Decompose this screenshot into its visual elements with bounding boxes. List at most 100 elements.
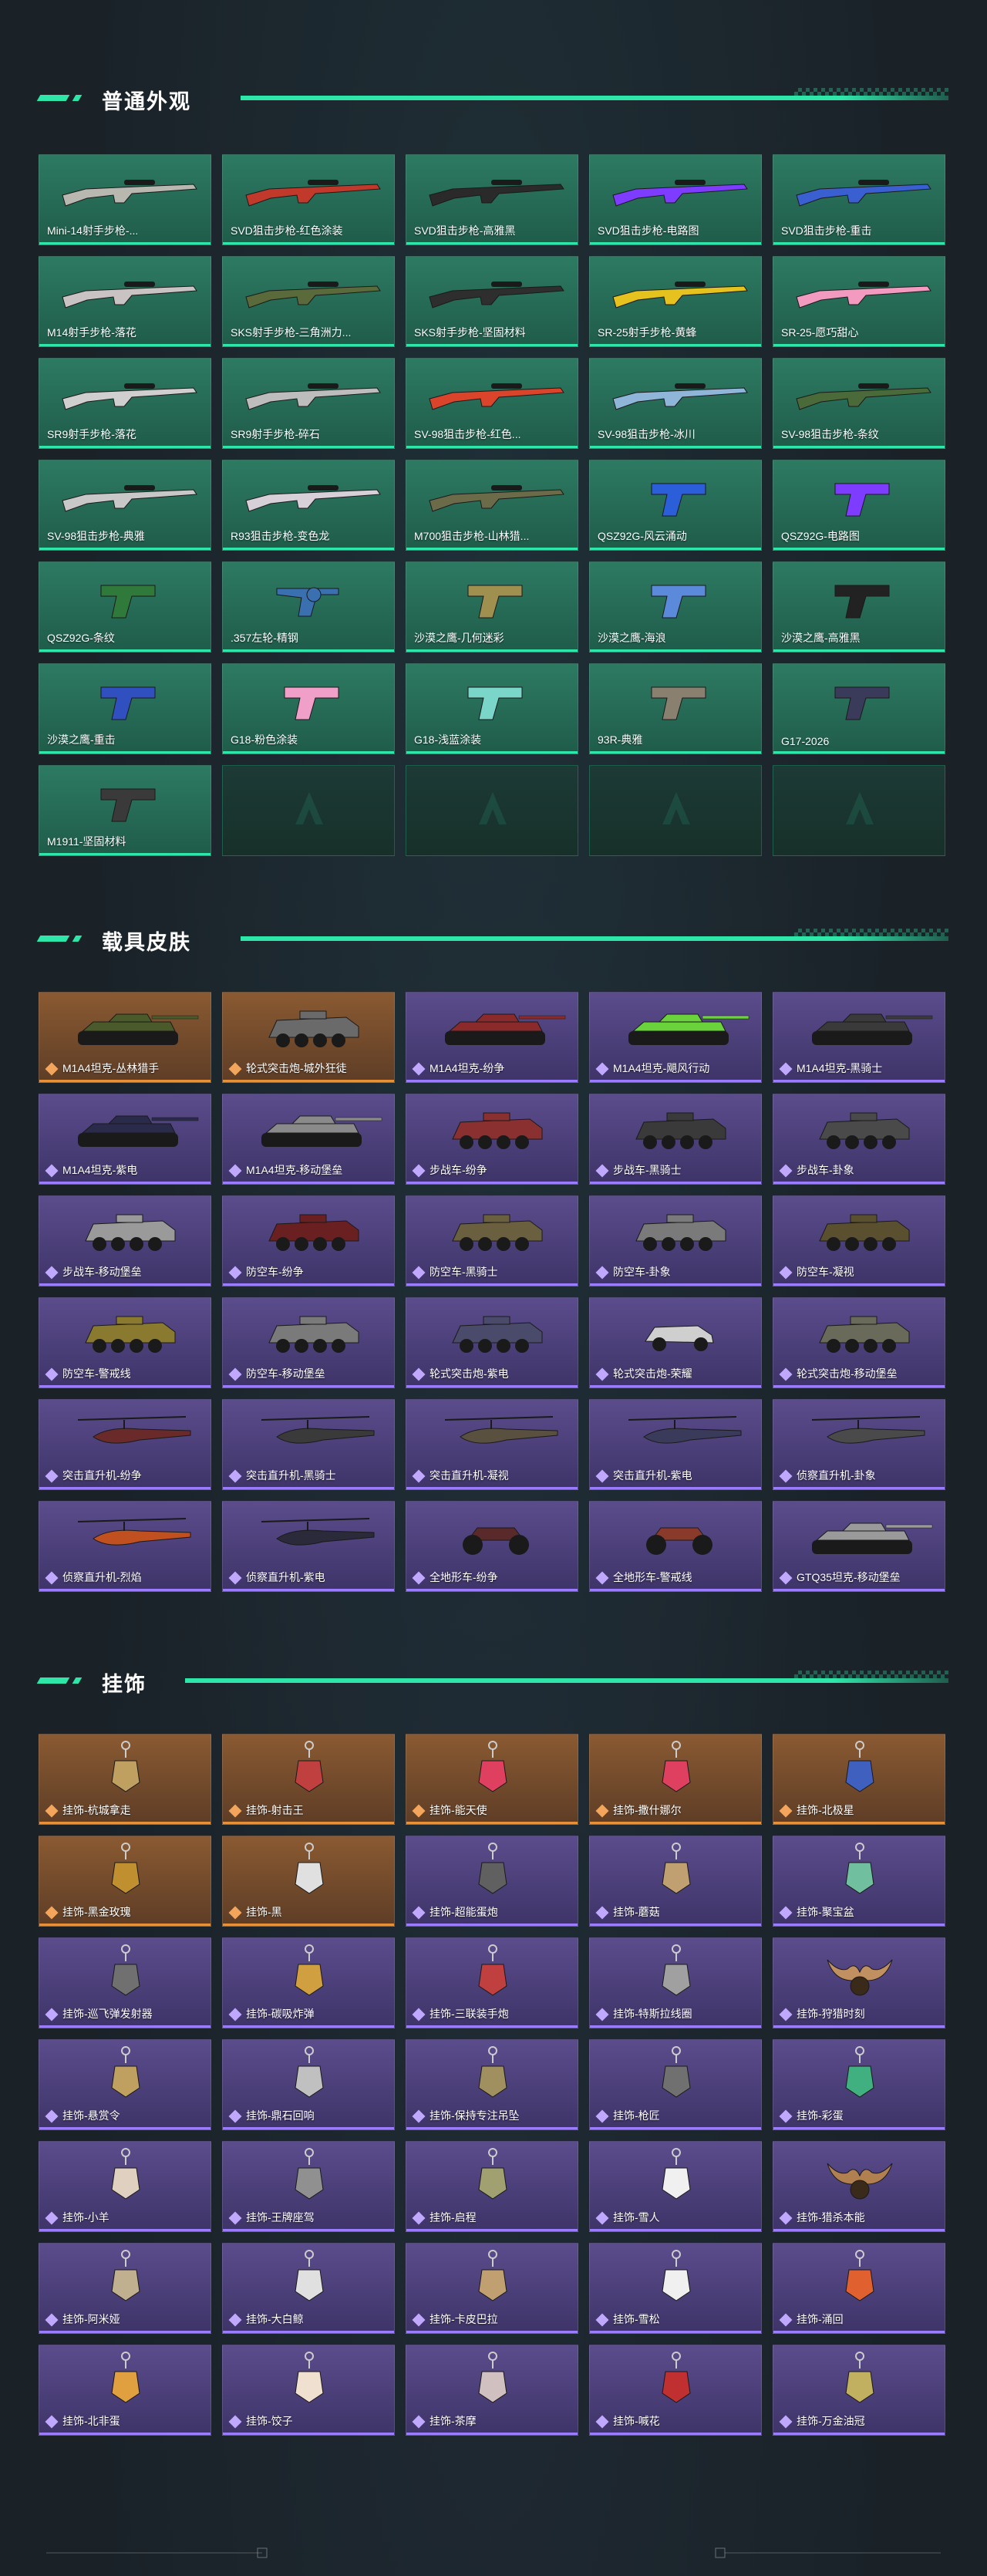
item-card[interactable]: 步战车-卦象	[773, 1094, 945, 1185]
item-card[interactable]: 侦察直升机-紫电	[222, 1501, 395, 1592]
item-card[interactable]: 挂饰-悬赏令	[39, 2039, 211, 2130]
item-card[interactable]: 挂饰-蘑菇	[589, 1836, 762, 1927]
item-card[interactable]: 挂饰-特斯拉线圈	[589, 1937, 762, 2028]
item-card[interactable]: SVD狙击步枪-红色涂装	[222, 154, 395, 245]
item-card[interactable]: 挂饰-射击王	[222, 1734, 395, 1825]
item-card[interactable]: 防空车-卦象	[589, 1195, 762, 1286]
item-card[interactable]: M14射手步枪-落花	[39, 256, 211, 347]
item-card[interactable]: 挂饰-大白鲸	[222, 2243, 395, 2334]
item-card[interactable]: SV-98狙击步枪-冰川	[589, 358, 762, 449]
item-card[interactable]: 挂饰-雪松	[589, 2243, 762, 2334]
item-card[interactable]: M1A4坦克-黑骑士	[773, 992, 945, 1083]
item-card[interactable]: SV-98狙击步枪-红色...	[406, 358, 578, 449]
item-card[interactable]: Mini-14射手步枪-...	[39, 154, 211, 245]
item-card[interactable]: 挂饰-超能蛋炮	[406, 1836, 578, 1927]
item-card[interactable]: 突击直升机-紫电	[589, 1399, 762, 1490]
item-card[interactable]: SV-98狙击步枪-典雅	[39, 460, 211, 551]
item-card[interactable]: 挂饰-杭城拿走	[39, 1734, 211, 1825]
item-card[interactable]: 挂饰-猎杀本能	[773, 2141, 945, 2232]
item-card[interactable]: G18-浅蓝涂装	[406, 663, 578, 754]
item-card[interactable]: 侦察直升机-烈焰	[39, 1501, 211, 1592]
item-card[interactable]: 挂饰-喊花	[589, 2345, 762, 2436]
item-card[interactable]: SVD狙击步枪-电路图	[589, 154, 762, 245]
item-card[interactable]: SKS射手步枪-三角洲力...	[222, 256, 395, 347]
item-card[interactable]: 挂饰-黑	[222, 1836, 395, 1927]
item-card[interactable]: 沙漠之鹰-重击	[39, 663, 211, 754]
item-card[interactable]: 挂饰-撒什娜尔	[589, 1734, 762, 1825]
item-card[interactable]: G17-2026	[773, 663, 945, 754]
item-card[interactable]: M1A4坦克-纷争	[406, 992, 578, 1083]
item-card[interactable]: QSZ92G-电路图	[773, 460, 945, 551]
item-card[interactable]: 挂饰-三联装手炮	[406, 1937, 578, 2028]
item-card[interactable]: 挂饰-枪匠	[589, 2039, 762, 2130]
item-card[interactable]: GTQ35坦克-移动堡垒	[773, 1501, 945, 1592]
item-card[interactable]: 防空车-警戒线	[39, 1297, 211, 1388]
rarity-diamond-icon	[779, 1062, 793, 1076]
item-card[interactable]: M700狙击步枪-山林猎...	[406, 460, 578, 551]
item-card[interactable]: 挂饰-黑金玫瑰	[39, 1836, 211, 1927]
item-card[interactable]: G18-粉色涂装	[222, 663, 395, 754]
item-card[interactable]: SR9射手步枪-落花	[39, 358, 211, 449]
item-card[interactable]: 挂饰-启程	[406, 2141, 578, 2232]
item-card[interactable]: 步战车-纷争	[406, 1094, 578, 1185]
item-card[interactable]: 挂饰-能天使	[406, 1734, 578, 1825]
item-card[interactable]: 防空车-凝视	[773, 1195, 945, 1286]
item-card[interactable]: 步战车-黑骑士	[589, 1094, 762, 1185]
item-card[interactable]: 挂饰-聚宝盆	[773, 1836, 945, 1927]
item-card[interactable]: SKS射手步枪-坚固材料	[406, 256, 578, 347]
item-card[interactable]: SV-98狙击步枪-条纹	[773, 358, 945, 449]
item-card[interactable]: 挂饰-北极星	[773, 1734, 945, 1825]
item-card[interactable]: 挂饰-保持专注吊坠	[406, 2039, 578, 2130]
item-card[interactable]: 沙漠之鹰-几何迷彩	[406, 561, 578, 652]
item-card[interactable]: M1A4坦克-丛林猎手	[39, 992, 211, 1083]
item-card[interactable]: 挂饰-王牌座驾	[222, 2141, 395, 2232]
item-card[interactable]: 挂饰-鼎石回响	[222, 2039, 395, 2130]
item-card[interactable]: R93狙击步枪-变色龙	[222, 460, 395, 551]
item-card[interactable]: 沙漠之鹰-高雅黑	[773, 561, 945, 652]
item-card[interactable]: 挂饰-巡飞弹发射器	[39, 1937, 211, 2028]
item-card[interactable]: SVD狙击步枪-重击	[773, 154, 945, 245]
item-card[interactable]: 沙漠之鹰-海浪	[589, 561, 762, 652]
item-card[interactable]: QSZ92G-风云涌动	[589, 460, 762, 551]
item-card[interactable]: 轮式突击炮-荣耀	[589, 1297, 762, 1388]
item-card[interactable]: .357左轮-精钢	[222, 561, 395, 652]
item-card[interactable]: 侦察直升机-卦象	[773, 1399, 945, 1490]
item-card[interactable]: 防空车-移动堡垒	[222, 1297, 395, 1388]
item-card[interactable]: 挂饰-涌回	[773, 2243, 945, 2334]
item-card[interactable]: 挂饰-卡皮巴拉	[406, 2243, 578, 2334]
item-card[interactable]: QSZ92G-条纹	[39, 561, 211, 652]
item-card[interactable]: 轮式突击炮-城外狂徒	[222, 992, 395, 1083]
item-card[interactable]: M1A4坦克-紫电	[39, 1094, 211, 1185]
item-card[interactable]: 轮式突击炮-移动堡垒	[773, 1297, 945, 1388]
item-card[interactable]: M1A4坦克-移动堡垒	[222, 1094, 395, 1185]
item-card[interactable]: 挂饰-茶摩	[406, 2345, 578, 2436]
item-card[interactable]: 轮式突击炮-紫电	[406, 1297, 578, 1388]
item-card[interactable]: SR9射手步枪-碎石	[222, 358, 395, 449]
item-card[interactable]: SR-25-愿巧甜心	[773, 256, 945, 347]
item-card[interactable]: 挂饰-阿米娅	[39, 2243, 211, 2334]
rifle-image	[429, 485, 564, 512]
item-card[interactable]: 全地形车-警戒线	[589, 1501, 762, 1592]
item-card[interactable]: 突击直升机-凝视	[406, 1399, 578, 1490]
item-card[interactable]: 防空车-黑骑士	[406, 1195, 578, 1286]
item-card[interactable]: 挂饰-北非蛋	[39, 2345, 211, 2436]
item-card[interactable]: 挂饰-雪人	[589, 2141, 762, 2232]
item-card[interactable]: M1911-坚固材料	[39, 765, 211, 856]
rarity-bar	[773, 1822, 945, 1824]
rarity-bar	[223, 1283, 394, 1286]
item-card[interactable]: 步战车-移动堡垒	[39, 1195, 211, 1286]
item-card[interactable]: 挂饰-饺子	[222, 2345, 395, 2436]
item-card[interactable]: 全地形车-纷争	[406, 1501, 578, 1592]
item-card[interactable]: 挂饰-碳吸炸弹	[222, 1937, 395, 2028]
item-card[interactable]: 挂饰-彩蛋	[773, 2039, 945, 2130]
item-card[interactable]: 突击直升机-黑骑士	[222, 1399, 395, 1490]
item-card[interactable]: 挂饰-狩猎时刻	[773, 1937, 945, 2028]
item-card[interactable]: 防空车-纷争	[222, 1195, 395, 1286]
item-card[interactable]: 挂饰-万金油冠	[773, 2345, 945, 2436]
item-card[interactable]: 93R-典雅	[589, 663, 762, 754]
item-card[interactable]: 挂饰-小羊	[39, 2141, 211, 2232]
item-card[interactable]: SR-25射手步枪-黄蜂	[589, 256, 762, 347]
item-card[interactable]: SVD狙击步枪-高雅黑	[406, 154, 578, 245]
item-card[interactable]: M1A4坦克-飓风行动	[589, 992, 762, 1083]
item-card[interactable]: 突击直升机-纷争	[39, 1399, 211, 1490]
